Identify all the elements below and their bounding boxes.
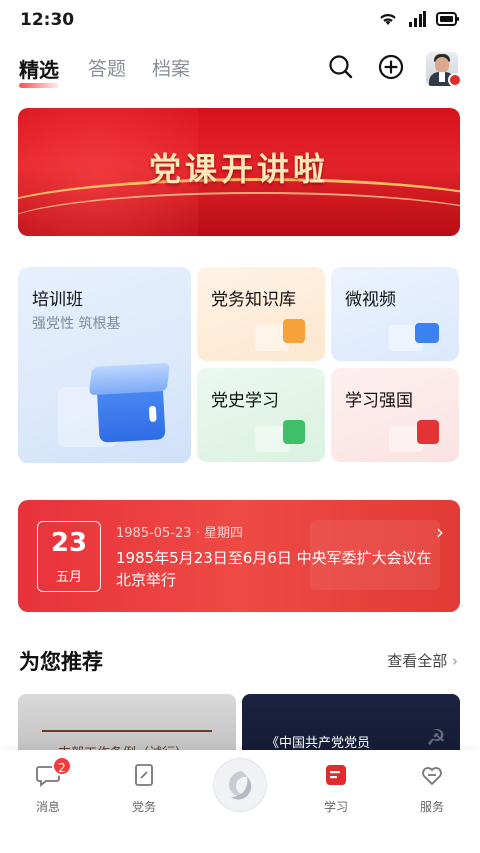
card-training-subtitle: 强党性 筑根基 xyxy=(32,316,121,332)
banner-title: 党课开讲啦 xyxy=(148,150,329,188)
hammer-sickle-icon: ☭ xyxy=(426,726,446,751)
history-month: 五月 xyxy=(55,570,82,585)
tab-quiz[interactable]: 答题 xyxy=(88,54,126,81)
center-logo-icon xyxy=(229,771,252,800)
date-box: 23 五月 xyxy=(37,521,101,592)
tab-archive[interactable]: 档案 xyxy=(152,54,190,81)
add-circle-icon[interactable] xyxy=(378,54,404,80)
status-bar: 12:30 xyxy=(0,0,480,40)
search-icon[interactable] xyxy=(328,54,354,80)
tab-party-affairs[interactable]: 党务 xyxy=(114,762,174,815)
video-icon xyxy=(415,323,439,343)
heart-service-icon xyxy=(422,767,442,786)
recommend-title: 为您推荐 xyxy=(19,650,103,674)
card-knowledge-base[interactable]: 党务知识库 xyxy=(197,267,325,361)
tab-party-affairs-label: 党务 xyxy=(131,800,156,814)
history-day: 23 xyxy=(50,528,88,558)
open-book-icon xyxy=(283,420,305,444)
tab-featured[interactable]: 精选 xyxy=(19,54,59,88)
today-in-history-card[interactable]: 23 五月 1985-05-23 · 星期四 1985年5月23日至6月6日 中… xyxy=(18,500,460,612)
tab-messages-label: 消息 xyxy=(35,800,60,814)
document-edit-icon xyxy=(135,764,153,786)
card-training[interactable]: 培训班 强党性 筑根基 xyxy=(18,267,191,463)
wifi-icon xyxy=(380,14,396,25)
status-time: 12:30 xyxy=(20,10,75,30)
study-icon xyxy=(326,765,346,785)
chevron-right-icon[interactable]: › xyxy=(436,520,444,544)
tab-messages[interactable]: 2 消息 xyxy=(18,756,78,815)
history-text: 1985年5月23日至6月6日 中央军委扩大会议在北京举行 xyxy=(116,549,432,589)
card-xuexi-qiangguo[interactable]: 学习强国 xyxy=(331,368,459,462)
battery-icon xyxy=(436,12,459,26)
see-all-label: 查看全部 xyxy=(387,652,448,670)
center-logo-button[interactable] xyxy=(213,758,267,812)
recommend-item-caption: 《中国共产党党员 xyxy=(266,736,371,751)
card-training-title: 培训班 xyxy=(32,290,83,310)
message-badge: 2 xyxy=(52,756,72,776)
xuexi-logo-icon xyxy=(417,420,439,444)
card-video-title: 微视频 xyxy=(345,290,396,310)
status-icons xyxy=(378,11,460,27)
party-badge-icon xyxy=(448,73,462,87)
tab-services-label: 服务 xyxy=(419,800,444,814)
card-party-history[interactable]: 党史学习 xyxy=(197,368,325,462)
tab-services[interactable]: 服务 xyxy=(402,762,462,815)
banner-party-lecture[interactable]: 党课开讲啦 xyxy=(18,108,460,236)
signal-icon xyxy=(409,11,426,27)
graduation-cap-icon xyxy=(96,377,166,443)
history-meta: 1985-05-23 · 星期四 xyxy=(116,526,243,541)
card-history-title: 党史学习 xyxy=(211,391,279,411)
card-micro-video[interactable]: 微视频 xyxy=(331,267,459,361)
tab-study-label: 学习 xyxy=(323,800,348,814)
book-icon xyxy=(283,319,305,343)
tab-study[interactable]: 学习 xyxy=(306,762,366,815)
see-all-link[interactable]: 查看全部 › xyxy=(387,650,458,671)
chevron-right-icon: › xyxy=(452,652,458,670)
top-nav: 精选 答题 档案 xyxy=(0,46,480,90)
card-knowledge-title: 党务知识库 xyxy=(211,290,296,310)
card-xuexi-title: 学习强国 xyxy=(345,391,413,411)
